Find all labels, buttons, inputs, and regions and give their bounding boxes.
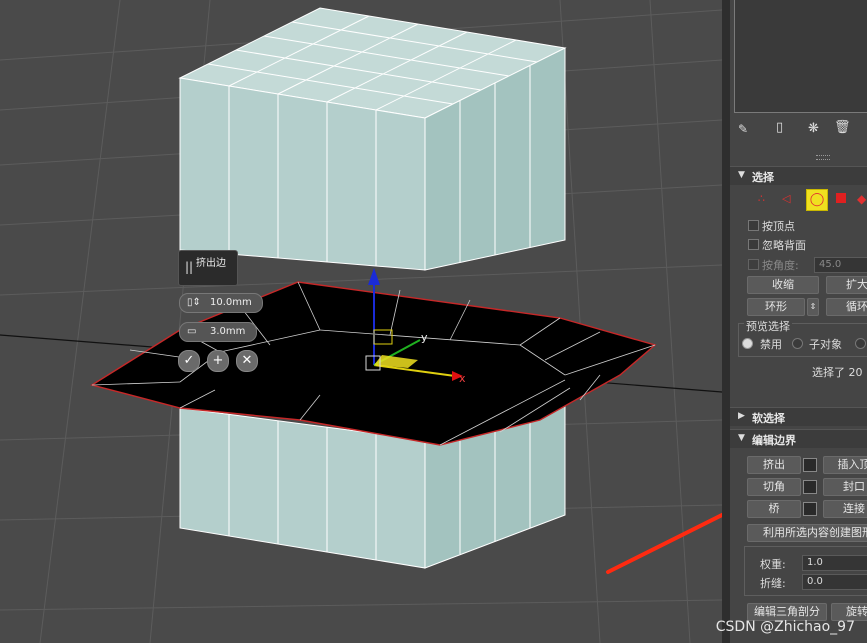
edge-mode-icon[interactable]: ◁ xyxy=(782,192,790,205)
chamfer-button[interactable]: 切角 xyxy=(747,478,801,496)
element-mode-icon[interactable]: ◆ xyxy=(857,192,866,206)
selection-status: 选择了 20 xyxy=(812,366,863,379)
soft-selection-title: 软选择 xyxy=(752,412,785,425)
ignore-backfacing-label: 忽略背面 xyxy=(762,239,806,252)
viewport-scene: x y xyxy=(0,0,722,643)
show-end-result-icon[interactable]: ▯ xyxy=(776,120,783,135)
extrude-caddy-title[interactable]: || 挤出边 xyxy=(178,250,238,286)
edit-borders-title: 编辑边界 xyxy=(752,434,796,447)
ring-button[interactable]: 环形 xyxy=(747,298,805,316)
rollout-grip[interactable] xyxy=(816,155,830,160)
extrude-height-value: 10.0mm xyxy=(210,297,252,308)
preview-multi-radio[interactable] xyxy=(855,338,866,349)
weight-value: 1.0 xyxy=(807,557,823,568)
caddy-grip-icon[interactable]: || xyxy=(185,260,193,274)
by-vertex-checkbox[interactable] xyxy=(748,220,759,231)
perspective-viewport[interactable]: x y || 挤出边 ▯⇕ 10.0mm ▭ 3.0mm ✓ + ✕ xyxy=(0,0,722,643)
pin-stack-icon[interactable]: ✎ xyxy=(738,122,748,136)
preview-subobject-label: 子对象 xyxy=(809,338,842,351)
insert-vertex-button[interactable]: 插入顶 xyxy=(823,456,867,474)
by-angle-label: 按角度: xyxy=(762,259,799,272)
preview-disabled-radio[interactable] xyxy=(742,338,753,349)
command-panel: ✎ ▯ ❋ 🗑 ▼ 选择 ∴ ◁ ◯ ◆ 按顶点 忽略背面 按角度: 45.0 … xyxy=(730,0,867,643)
vertex-mode-icon[interactable]: ∴ xyxy=(758,192,765,205)
shrink-button[interactable]: 收缩 xyxy=(747,276,819,294)
crease-label: 折缝: xyxy=(760,577,786,590)
selection-title: 选择 xyxy=(752,171,774,184)
bridge-button[interactable]: 桥 xyxy=(747,500,801,518)
caddy-title: 挤出边 xyxy=(196,258,226,269)
crease-value: 0.0 xyxy=(807,576,823,587)
caddy-apply-and-continue-icon[interactable]: + xyxy=(207,350,229,372)
chamfer-settings-button[interactable] xyxy=(803,480,817,494)
border-mode-icon[interactable]: ◯ xyxy=(806,189,828,211)
weight-spinner[interactable]: 1.0 xyxy=(802,555,867,571)
ignore-backfacing-checkbox[interactable] xyxy=(748,239,759,250)
remove-modifier-icon[interactable]: 🗑 xyxy=(834,120,851,135)
connect-button[interactable]: 连接 xyxy=(823,500,867,518)
cap-button[interactable]: 封口 xyxy=(823,478,867,496)
bridge-settings-button[interactable] xyxy=(803,502,817,516)
annotation-red-arrow xyxy=(606,512,722,574)
modifier-stack-list[interactable] xyxy=(734,0,867,113)
collapse-arrow-icon: ▼ xyxy=(738,170,745,180)
watermark: CSDN @Zhichao_97 xyxy=(715,619,855,635)
create-shape-button[interactable]: 利用所选内容创建图形 xyxy=(747,524,867,542)
preview-disabled-label: 禁用 xyxy=(760,338,782,351)
ring-spinner[interactable]: ⇕ xyxy=(807,298,819,316)
extrude-settings-button[interactable] xyxy=(803,458,817,472)
angle-value: 45.0 xyxy=(819,259,842,270)
expand-arrow-icon: ▶ xyxy=(738,411,745,421)
subobject-buttons: ∴ ◁ ◯ ◆ xyxy=(730,188,867,212)
extrude-width-value: 3.0mm xyxy=(210,326,246,337)
caddy-cancel-icon[interactable]: ✕ xyxy=(236,350,258,372)
preview-selection-title: 预览选择 xyxy=(744,318,792,334)
collapse-arrow-icon: ▼ xyxy=(738,433,745,443)
panel-divider[interactable] xyxy=(722,0,730,643)
caddy-ok-icon[interactable]: ✓ xyxy=(178,350,200,372)
make-unique-icon[interactable]: ❋ xyxy=(808,121,819,136)
extrude-button[interactable]: 挤出 xyxy=(747,456,801,474)
angle-spinner[interactable]: 45.0 xyxy=(814,257,867,273)
preview-subobject-radio[interactable] xyxy=(792,338,803,349)
extrude-height-field[interactable]: ▯⇕ 10.0mm xyxy=(179,293,263,313)
crease-spinner[interactable]: 0.0 xyxy=(802,574,867,590)
polygon-mode-icon[interactable] xyxy=(836,193,846,203)
stack-toolbar: ✎ ▯ ❋ 🗑 xyxy=(730,116,867,144)
soft-selection-rollout-header[interactable]: ▶ 软选择 xyxy=(730,407,867,426)
height-icon: ▯⇕ xyxy=(187,297,201,308)
gizmo-y-label: y xyxy=(421,331,428,344)
extrude-width-field[interactable]: ▭ 3.0mm xyxy=(179,322,257,342)
weight-label: 权重: xyxy=(760,558,786,571)
gizmo-x-label: x xyxy=(459,372,466,385)
width-icon: ▭ xyxy=(187,326,197,337)
grow-button[interactable]: 扩大 xyxy=(826,276,867,294)
edit-borders-rollout-header[interactable]: ▼ 编辑边界 xyxy=(730,429,867,448)
by-vertex-label: 按顶点 xyxy=(762,220,795,233)
selection-rollout-header[interactable]: ▼ 选择 xyxy=(730,166,867,185)
by-angle-checkbox[interactable] xyxy=(748,259,759,270)
top-box-mesh xyxy=(178,7,567,271)
loop-button[interactable]: 循环 xyxy=(826,298,867,316)
